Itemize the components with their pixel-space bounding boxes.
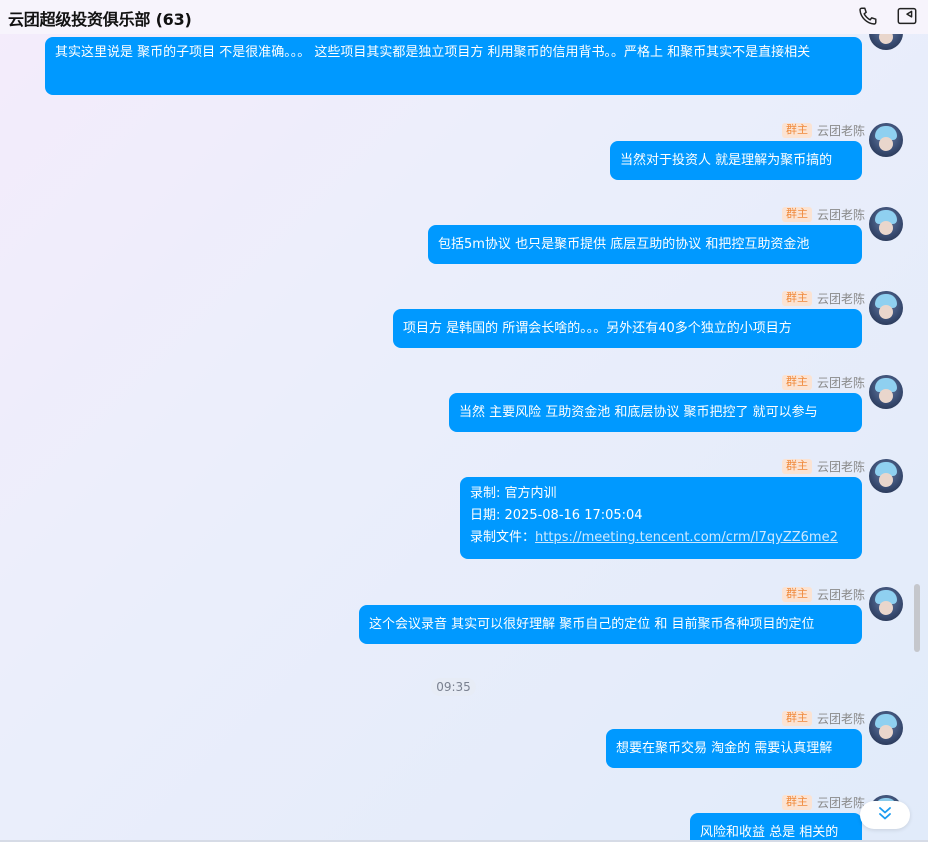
message-text: 当然 主要风险 互助资金池 和底层协议 聚币把控了 就可以参与 xyxy=(459,405,818,420)
chat-title: 云团超级投资俱乐部 (63) xyxy=(8,10,192,29)
double-chevron-down-icon xyxy=(878,805,892,825)
message-bubble[interactable]: 其实这里说是 聚币的子项目 不是很准确。。。 这些项目其实都是独立项目方 利用聚… xyxy=(45,37,862,95)
sender-name[interactable]: 云团老陈 xyxy=(817,458,865,475)
sender-name[interactable]: 云团老陈 xyxy=(817,122,865,139)
owner-badge: 群主 xyxy=(782,290,812,306)
avatar[interactable] xyxy=(869,375,903,409)
sender-name[interactable]: 云团老陈 xyxy=(817,794,865,811)
owner-badge: 群主 xyxy=(782,794,812,810)
owner-badge: 群主 xyxy=(782,710,812,726)
message-bubble[interactable]: 包括5m协议 也只是聚币提供 底层互助的协议 和把控互助资金池 xyxy=(428,225,862,264)
message-text: 其实这里说是 聚币的子项目 不是很准确。。。 这些项目其实都是独立项目方 利用聚… xyxy=(55,45,811,60)
message-bubble[interactable]: 这个会议录音 其实可以很好理解 聚币自己的定位 和 目前聚币各种项目的定位 xyxy=(359,605,862,644)
avatar[interactable] xyxy=(869,711,903,745)
owner-badge: 群主 xyxy=(782,458,812,474)
scrollbar[interactable] xyxy=(914,584,920,652)
message-bubble[interactable]: 风险和收益 总是 相关的 xyxy=(690,813,862,842)
sender-name[interactable]: 云团老陈 xyxy=(817,710,865,727)
message-text: 风险和收益 总是 相关的 xyxy=(700,825,839,840)
record-date: 日期: 2025-08-16 17:05:04 xyxy=(470,508,643,523)
video-icon[interactable] xyxy=(896,5,918,27)
message-text: 包括5m协议 也只是聚币提供 底层互助的协议 和把控互助资金池 xyxy=(438,237,810,252)
meeting-record-bubble[interactable]: 录制: 官方内训 日期: 2025-08-16 17:05:04 录制文件：ht… xyxy=(460,477,862,559)
message-text: 项目方 是韩国的 所谓会长啥的。。。另外还有40多个独立的小项目方 xyxy=(403,321,792,336)
avatar[interactable] xyxy=(869,587,903,621)
time-divider: 09:35 xyxy=(431,678,476,696)
avatar[interactable] xyxy=(869,207,903,241)
chat-header: 云团超级投资俱乐部 (63) xyxy=(0,0,928,34)
message-list: 其实这里说是 聚币的子项目 不是很准确。。。 这些项目其实都是独立项目方 利用聚… xyxy=(0,0,928,842)
sender-info: 群主 云团老陈 xyxy=(782,710,865,726)
message-bubble[interactable]: 当然对于投资人 就是理解为聚币搞的 xyxy=(610,141,862,180)
message-text: 当然对于投资人 就是理解为聚币搞的 xyxy=(620,153,833,168)
record-file-line: 录制文件：https://meeting.tencent.com/crm/l7q… xyxy=(470,527,852,549)
sender-info: 群主 云团老陈 xyxy=(782,206,865,222)
message-bubble[interactable]: 当然 主要风险 互助资金池 和底层协议 聚币把控了 就可以参与 xyxy=(449,393,862,432)
message-text: 这个会议录音 其实可以很好理解 聚币自己的定位 和 目前聚币各种项目的定位 xyxy=(369,617,815,632)
avatar[interactable] xyxy=(869,123,903,157)
sender-name[interactable]: 云团老陈 xyxy=(817,586,865,603)
sender-info: 群主 云团老陈 xyxy=(782,290,865,306)
sender-info: 群主 云团老陈 xyxy=(782,458,865,474)
record-file-label: 录制文件： xyxy=(470,530,536,545)
owner-badge: 群主 xyxy=(782,374,812,390)
sender-info: 群主 云团老陈 xyxy=(782,794,865,810)
phone-icon[interactable] xyxy=(857,5,879,27)
sender-info: 群主 云团老陈 xyxy=(782,586,865,602)
owner-badge: 群主 xyxy=(782,206,812,222)
record-title: 录制: 官方内训 xyxy=(470,486,557,501)
scroll-to-bottom-button[interactable] xyxy=(860,801,910,829)
sender-name[interactable]: 云团老陈 xyxy=(817,290,865,307)
sender-name[interactable]: 云团老陈 xyxy=(817,374,865,391)
meeting-link[interactable]: https://meeting.tencent.com/crm/l7qyZZ6m… xyxy=(535,530,838,545)
message-text: 想要在聚币交易 淘金的 需要认真理解 xyxy=(616,741,833,756)
avatar[interactable] xyxy=(869,291,903,325)
sender-name[interactable]: 云团老陈 xyxy=(817,206,865,223)
owner-badge: 群主 xyxy=(782,122,812,138)
avatar[interactable] xyxy=(869,459,903,493)
sender-info: 群主 云团老陈 xyxy=(782,122,865,138)
message-bubble[interactable]: 想要在聚币交易 淘金的 需要认真理解 xyxy=(606,729,862,768)
message-bubble[interactable]: 项目方 是韩国的 所谓会长啥的。。。另外还有40多个独立的小项目方 xyxy=(393,309,862,348)
sender-info: 群主 云团老陈 xyxy=(782,374,865,390)
owner-badge: 群主 xyxy=(782,586,812,602)
